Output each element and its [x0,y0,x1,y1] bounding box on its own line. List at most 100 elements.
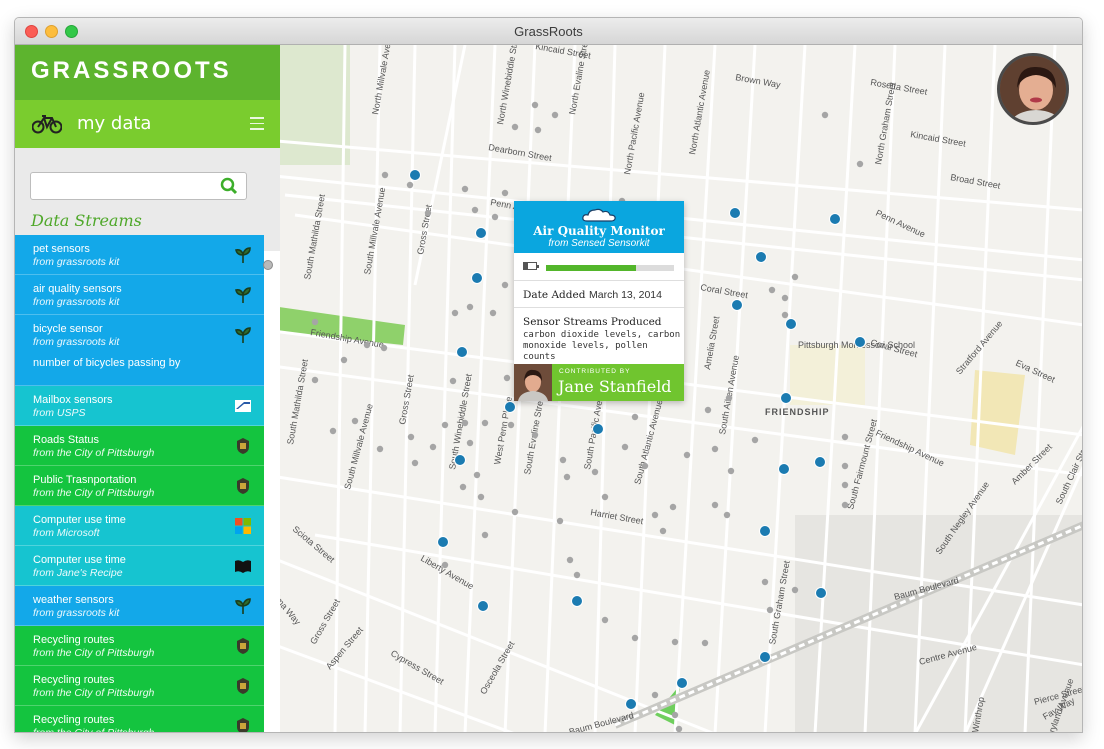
sensor-dot[interactable] [631,634,639,642]
sensor-dot[interactable] [701,639,709,647]
sensor-dot[interactable] [768,286,776,294]
sensor-dot[interactable] [311,376,319,384]
data-stream-item[interactable]: Computer use time from Microsoft [15,506,264,546]
sensor-dot[interactable] [449,377,457,385]
active-sensor-dot[interactable] [571,595,583,607]
search-input[interactable] [30,172,247,200]
sensor-dot[interactable] [501,189,509,197]
sensor-dot[interactable] [601,493,609,501]
sensor-dot[interactable] [441,561,449,569]
active-sensor-dot[interactable] [456,346,468,358]
sensor-dot[interactable] [856,160,864,168]
active-sensor-dot[interactable] [477,600,489,612]
active-sensor-dot[interactable] [437,536,449,548]
sensor-dot[interactable] [683,451,691,459]
sensor-dot[interactable] [791,273,799,281]
sensor-dot[interactable] [429,443,437,451]
sensor-dot[interactable] [621,443,629,451]
sensor-dot[interactable] [601,616,609,624]
sensor-dot[interactable] [329,427,337,435]
data-stream-item[interactable]: Roads Status from the City of Pittsburgh [15,426,264,466]
sensor-dot[interactable] [501,281,509,289]
data-stream-item[interactable]: pet sensors from grassroots kit [15,235,273,275]
sensor-dot[interactable] [473,471,481,479]
sensor-dot[interactable] [563,473,571,481]
sensor-dot[interactable] [441,421,449,429]
sensor-dot[interactable] [461,419,469,427]
data-stream-item[interactable]: bicycle sensor from grassroots kit number … [15,315,264,386]
sensor-dot[interactable] [511,508,519,516]
sensor-dot[interactable] [761,578,769,586]
sensor-dot[interactable] [380,344,388,352]
sensor-dot[interactable] [711,501,719,509]
active-sensor-dot[interactable] [504,401,516,413]
sensor-dot[interactable] [477,493,485,501]
data-stream-item[interactable]: weather sensors from grassroots kit [15,586,264,626]
sensor-dot[interactable] [551,111,559,119]
sensor-dot[interactable] [675,725,683,732]
active-sensor-dot[interactable] [731,299,743,311]
sensor-dot[interactable] [461,185,469,193]
sensor-dot[interactable] [406,181,414,189]
stream-toggle-handle[interactable] [263,260,273,270]
sensor-dot[interactable] [781,311,789,319]
sensor-dot[interactable] [351,417,359,425]
sensor-dot[interactable] [651,691,659,699]
sensor-dot[interactable] [481,419,489,427]
active-sensor-dot[interactable] [592,423,604,435]
sensor-dot[interactable] [791,586,799,594]
sensor-dot[interactable] [407,433,415,441]
sensor-dot[interactable] [841,501,849,509]
sensor-dot[interactable] [725,394,733,402]
data-stream-item[interactable]: Mailbox sensors from USPS [15,386,264,426]
sensor-dot[interactable] [507,421,515,429]
sensor-dot[interactable] [376,445,384,453]
active-sensor-dot[interactable] [475,227,487,239]
sensor-dot[interactable] [363,341,371,349]
sensor-dot[interactable] [727,467,735,475]
sensor-dot[interactable] [491,213,499,221]
active-sensor-dot[interactable] [785,318,797,330]
sensor-dot[interactable] [531,431,539,439]
my-data-header[interactable]: my data [15,100,280,148]
sensor-dot[interactable] [631,413,639,421]
active-sensor-dot[interactable] [454,454,466,466]
sensor-dot[interactable] [751,436,759,444]
active-sensor-dot[interactable] [625,698,637,710]
sensor-dot[interactable] [711,445,719,453]
sensor-dot[interactable] [641,462,649,470]
sensor-dot[interactable] [424,209,432,217]
active-sensor-dot[interactable] [815,587,827,599]
sensor-dot[interactable] [531,101,539,109]
sensor-dot[interactable] [311,318,319,326]
sensor-dot[interactable] [566,556,574,564]
sensor-dot[interactable] [559,456,567,464]
sensor-dot[interactable] [841,481,849,489]
sensor-dot[interactable] [534,126,542,134]
data-stream-item[interactable]: air quality sensors from grassroots kit [15,275,264,315]
user-avatar[interactable] [997,53,1069,125]
sensor-dot[interactable] [651,511,659,519]
sensor-dot[interactable] [723,511,731,519]
hamburger-menu-icon[interactable] [250,117,264,134]
sensor-dot[interactable] [671,638,679,646]
sensor-dot[interactable] [573,571,581,579]
sensor-dot[interactable] [411,459,419,467]
sensor-dot[interactable] [841,462,849,470]
sensor-dot[interactable] [821,111,829,119]
active-sensor-dot[interactable] [755,251,767,263]
data-stream-item[interactable]: Public Trasnportation from the City of Pi… [15,466,264,506]
active-sensor-dot[interactable] [829,213,841,225]
contributor-bar[interactable]: CONTRIBUTED BY Jane Stanfield [514,364,684,401]
data-stream-item[interactable]: Recycling routes from the City of Pittsbu… [15,706,264,732]
sensor-dot[interactable] [781,294,789,302]
search-icon[interactable] [220,177,238,195]
sensor-popup-card[interactable]: Air Quality Monitor from Sensed Sensorki… [514,201,684,401]
active-sensor-dot[interactable] [729,207,741,219]
sensor-dot[interactable] [381,171,389,179]
sensor-dot[interactable] [669,503,677,511]
active-sensor-dot[interactable] [778,463,790,475]
sensor-dot[interactable] [489,309,497,317]
sensor-dot[interactable] [511,123,519,131]
data-stream-item[interactable]: Recycling routes from the City of Pittsbu… [15,666,264,706]
